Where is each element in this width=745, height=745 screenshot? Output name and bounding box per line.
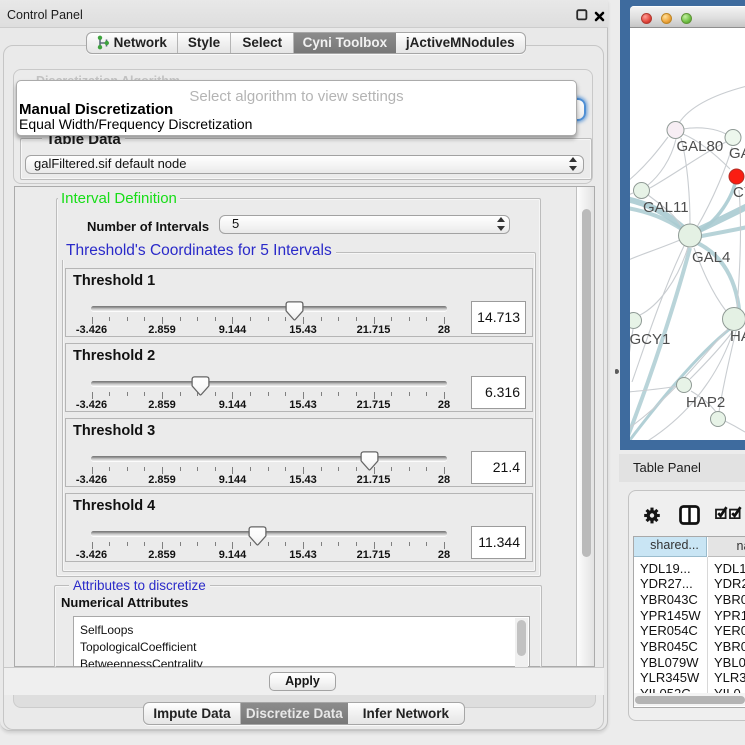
svg-text:GAL80: GAL80 bbox=[677, 138, 724, 155]
svg-text:GCY1: GCY1 bbox=[630, 331, 670, 348]
svg-text:GAL2: GAL2 bbox=[729, 145, 745, 162]
svg-text:GAL11: GAL11 bbox=[643, 199, 689, 216]
svg-text:HAP4: HAP4 bbox=[730, 328, 745, 345]
svg-text:CY: CY bbox=[733, 184, 745, 201]
svg-text:HAP2: HAP2 bbox=[686, 394, 725, 411]
svg-text:GAL4: GAL4 bbox=[692, 249, 730, 266]
